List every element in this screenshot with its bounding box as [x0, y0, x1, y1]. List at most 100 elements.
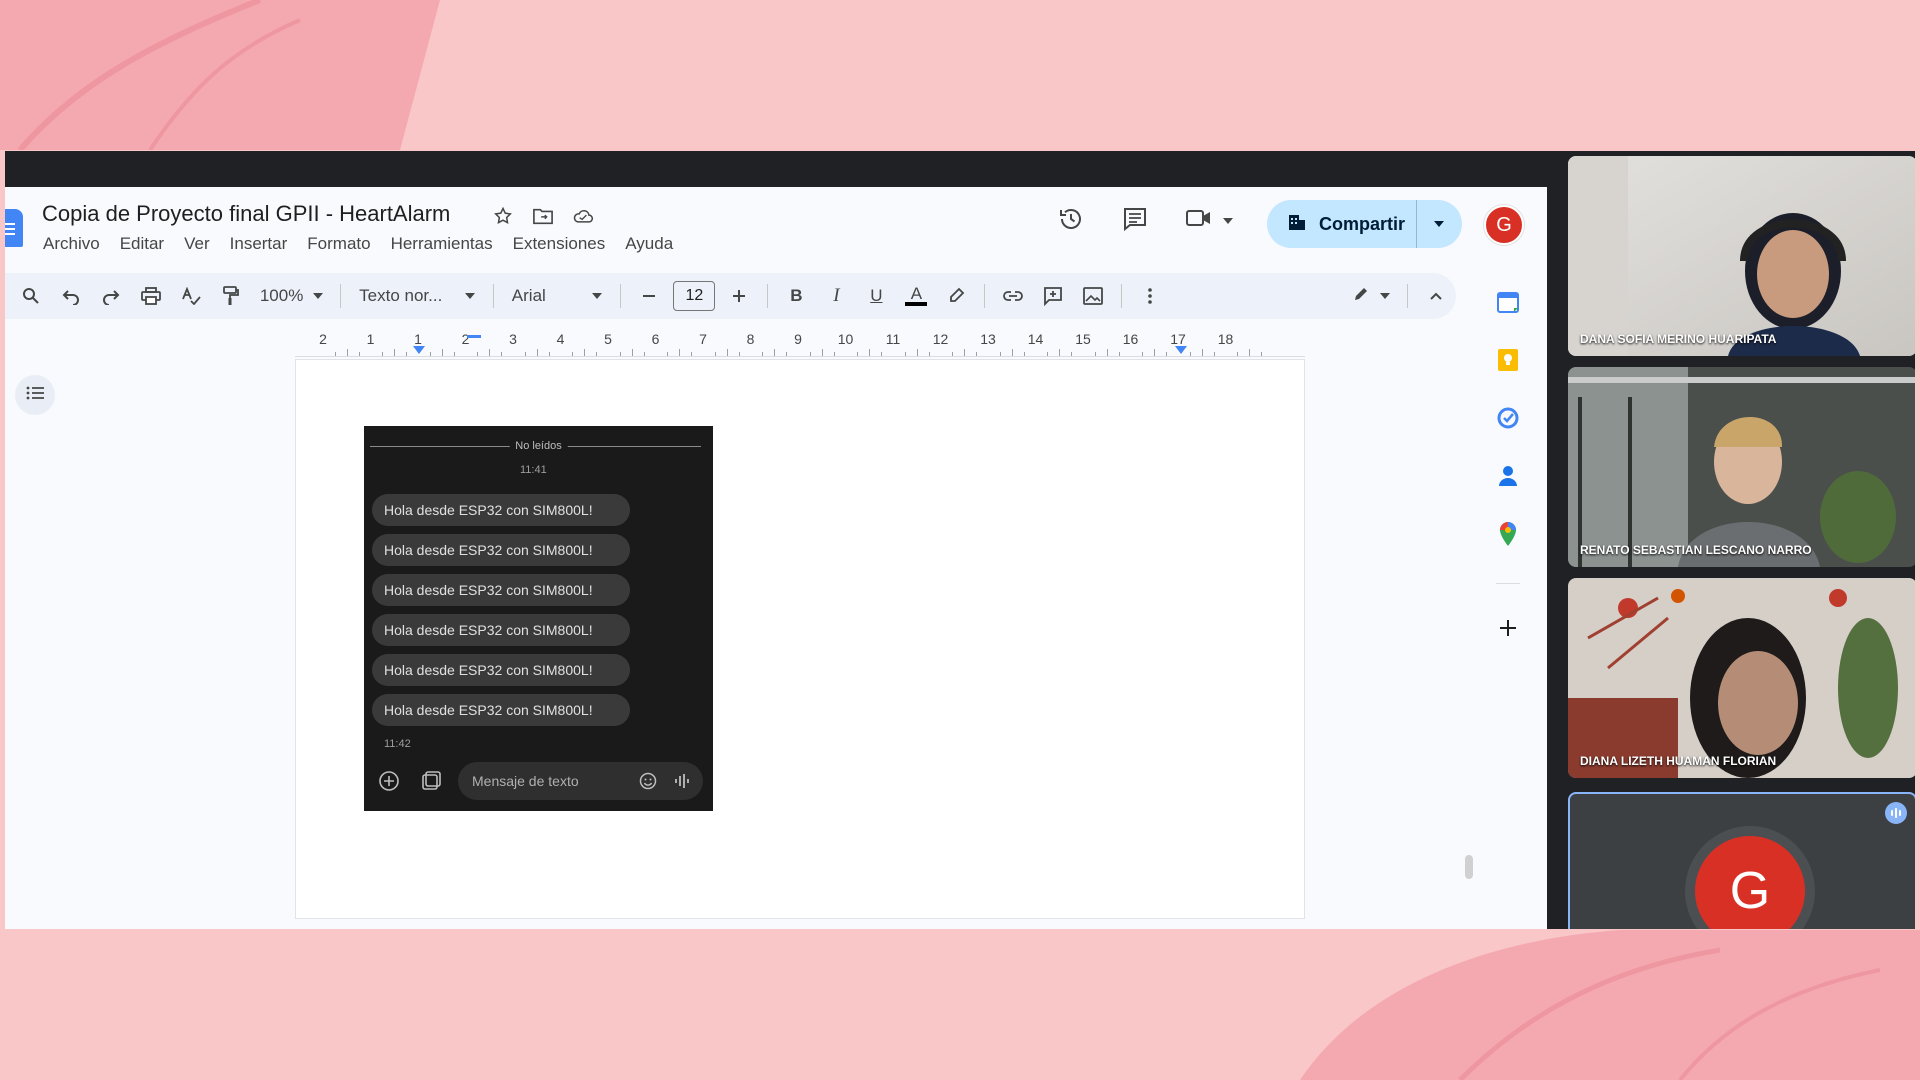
ruler-label: 15	[1075, 331, 1091, 347]
toolbar-divider	[1406, 284, 1408, 308]
star-icon[interactable]	[492, 205, 514, 227]
chevron-down-icon	[1223, 217, 1233, 224]
sms-bubble: Hola desde ESP32 con SIM800L!	[372, 534, 630, 566]
ruler-tick	[999, 352, 1001, 356]
insert-image-icon[interactable]	[1077, 281, 1109, 311]
menu-insertar[interactable]: Insertar	[230, 234, 288, 254]
paragraph-style-select[interactable]: Texto nor...	[353, 281, 481, 311]
participant-video	[1568, 367, 1915, 567]
menu-herramientas[interactable]: Herramientas	[391, 234, 493, 254]
menu-ayuda[interactable]: Ayuda	[625, 234, 673, 254]
ruler-tick	[1189, 352, 1191, 356]
more-options-icon[interactable]	[1134, 281, 1166, 311]
ruler-tick	[1213, 352, 1215, 356]
left-indent-marker[interactable]	[413, 346, 425, 354]
print-icon[interactable]	[135, 281, 167, 311]
ruler-tick	[774, 349, 776, 356]
keep-icon[interactable]	[1493, 345, 1523, 375]
menu-archivo[interactable]: Archivo	[43, 234, 100, 254]
spellcheck-icon[interactable]	[175, 281, 207, 311]
participant-tile[interactable]: DIANA LIZETH HUAMAN FLORIAN	[1568, 578, 1915, 778]
participant-tile[interactable]: DANA SOFIA MERINO HUARIPATA	[1568, 156, 1915, 356]
scrollbar-thumb[interactable]	[1465, 855, 1473, 879]
move-folder-icon[interactable]	[532, 205, 554, 227]
highlight-pen-icon[interactable]	[940, 281, 972, 311]
ruler-label: 3	[509, 331, 517, 347]
participant-video	[1568, 578, 1915, 778]
unread-label: No leídos	[509, 440, 568, 452]
calendar-icon[interactable]	[1493, 287, 1523, 317]
ruler-tick	[1249, 349, 1251, 356]
underline-button[interactable]: U	[860, 281, 892, 311]
ruler-tick	[1201, 349, 1203, 356]
font-size-input[interactable]: 12	[673, 281, 716, 311]
share-options-button[interactable]	[1417, 221, 1461, 227]
editing-mode-select[interactable]	[1346, 281, 1395, 311]
participant-tile-self[interactable]: G	[1568, 792, 1915, 929]
document-page[interactable]: No leídos 11:41 Hola desde ESP32 con SIM…	[295, 359, 1305, 919]
redo-icon[interactable]	[95, 281, 127, 311]
ruler-tick	[952, 352, 954, 356]
menu-editar[interactable]: Editar	[120, 234, 164, 254]
font-value: Arial	[511, 286, 546, 305]
add-icon[interactable]	[1493, 613, 1523, 643]
cloud-saved-icon[interactable]	[572, 205, 594, 227]
chevron-down-icon	[592, 293, 603, 299]
docs-logo-icon[interactable]	[5, 209, 23, 247]
add-comment-icon[interactable]	[1037, 281, 1069, 311]
ruler-label: 17	[1170, 331, 1186, 347]
side-panel-divider	[1496, 583, 1520, 584]
right-indent-marker[interactable]	[1175, 346, 1187, 354]
first-line-indent-marker[interactable]	[467, 335, 481, 338]
paint-format-icon[interactable]	[215, 281, 247, 311]
tasks-icon[interactable]	[1493, 403, 1523, 433]
comments-icon[interactable]	[1121, 205, 1149, 238]
increase-font-size-icon[interactable]	[723, 281, 755, 311]
ruler-label: 1	[366, 331, 375, 347]
text-color-button[interactable]: A	[900, 281, 932, 311]
undo-icon[interactable]	[55, 281, 87, 311]
share-button[interactable]: Compartir	[1267, 200, 1462, 248]
participant-name: RENATO SEBASTIAN LESCANO NARRO	[1580, 543, 1812, 557]
search-menus-icon[interactable]	[15, 281, 47, 311]
menu-formato[interactable]: Formato	[307, 234, 370, 254]
version-history-icon[interactable]	[1057, 205, 1085, 238]
contacts-icon[interactable]	[1493, 461, 1523, 491]
menu-extensiones[interactable]: Extensiones	[513, 234, 606, 254]
participant-video	[1568, 156, 1915, 356]
decrease-font-size-icon[interactable]	[633, 281, 665, 311]
meet-call-button[interactable]	[1185, 205, 1233, 236]
ruler-tick	[1094, 352, 1096, 356]
participant-tile[interactable]: RENATO SEBASTIAN LESCANO NARRO	[1568, 367, 1915, 567]
account-avatar[interactable]: G	[1484, 205, 1524, 245]
ruler-tick	[453, 352, 455, 356]
voice-icon	[671, 770, 693, 792]
document-title[interactable]: Copia de Proyecto final GPII - HeartAlar…	[42, 201, 450, 227]
insert-link-icon[interactable]	[997, 281, 1029, 311]
ruler-tick	[477, 352, 479, 356]
ruler-label: 6	[651, 331, 660, 347]
ruler-tick	[524, 352, 526, 356]
toolbar-divider	[340, 284, 342, 308]
maps-icon[interactable]	[1493, 519, 1523, 549]
menu-ver[interactable]: Ver	[184, 234, 210, 254]
ruler-label: 10	[837, 331, 854, 347]
message-time-end: 11:42	[384, 738, 411, 750]
ruler-tick	[596, 352, 598, 356]
chevron-down-icon	[464, 293, 475, 299]
decorative-leaf-top-left	[0, 0, 440, 150]
screen-share: Copia de Proyecto final GPII - HeartAlar…	[5, 151, 1915, 929]
document-outline-button[interactable]	[15, 375, 55, 415]
sms-compose-bar: Mensaje de texto	[374, 761, 703, 801]
bold-button[interactable]: B	[780, 281, 812, 311]
text-color-letter: A	[910, 284, 923, 303]
chevron-up-icon[interactable]	[1420, 281, 1452, 311]
ruler-tick	[916, 349, 918, 356]
italic-button[interactable]: I	[820, 281, 852, 311]
horizontal-ruler[interactable]: 2 1 1 2 3 4 5 6 7 8 9 10 11 12 13 14 15 16 17 18	[295, 329, 1305, 357]
participant-avatar: G	[1695, 836, 1805, 929]
font-select[interactable]: Arial	[506, 281, 609, 311]
embedded-sms-screenshot[interactable]: No leídos 11:41 Hola desde ESP32 con SIM…	[364, 426, 713, 811]
sms-placeholder: Mensaje de texto	[472, 773, 579, 789]
zoom-select[interactable]: 100%	[255, 281, 328, 311]
